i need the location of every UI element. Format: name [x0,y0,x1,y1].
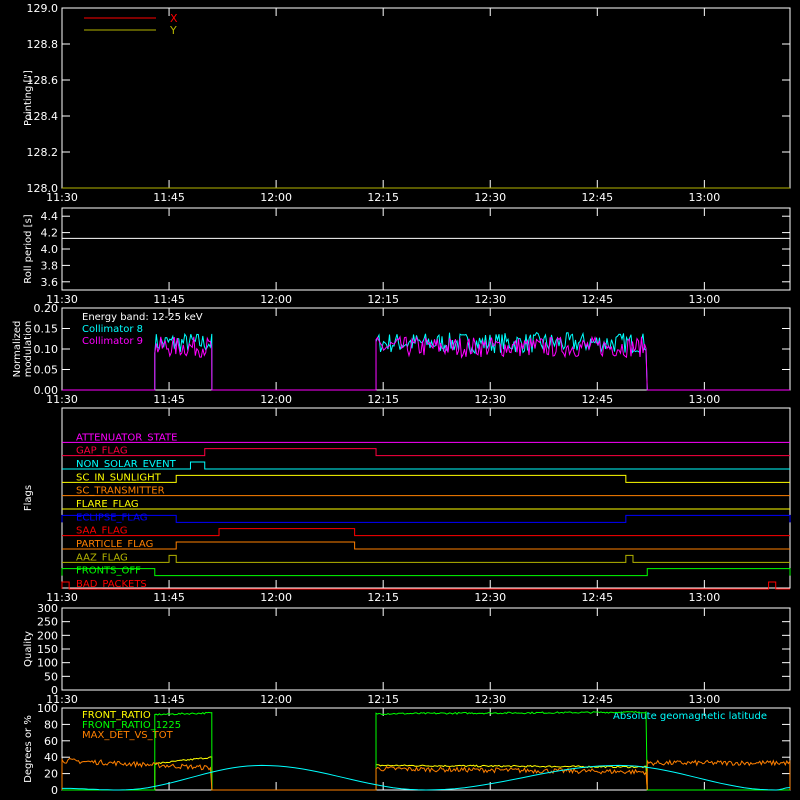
x-tick-label: 12:15 [367,393,399,406]
y-tick-label: 40 [44,751,58,764]
x-tick-label: 13:00 [689,693,721,706]
flag-label-aaz-flag: AAZ_FLAG [76,552,128,563]
x-tick-label: 13:00 [689,591,721,604]
y-tick-label: 250 [37,616,58,629]
flag-label-flare-flag: FLARE_FLAG [76,499,139,510]
x-tick-label: 12:30 [474,293,506,306]
legend-label-collimator: Collimator 9 [82,336,143,347]
y-tick-label: 60 [44,735,58,748]
x-tick-label: 11:45 [153,293,185,306]
flag-label-sc-transmitter: SC_TRANSMITTER [76,486,165,497]
energy-band-annotation: Energy band: 12-25 keV [82,312,203,323]
y-tick-label: 128.2 [27,146,59,159]
y-tick-label: 128.8 [27,38,59,51]
x-tick-label: 12:15 [367,293,399,306]
x-tick-label: 12:30 [474,393,506,406]
x-tick-label: 13:00 [689,191,721,204]
x-tick-label: 12:45 [581,693,613,706]
flag-label-gap-flag: GAP_FLAG [76,446,128,457]
flag-label-saa-flag: SAA_FLAG [76,526,127,537]
y-tick-label: 300 [37,602,58,615]
latitude-label: Absolute geomagnetic latitude [613,711,767,722]
x-tick-label: 11:45 [153,591,185,604]
y-tick-label: 4.4 [41,210,59,223]
y-tick-label: 50 [44,670,58,683]
y-tick-label: 0.15 [34,323,59,336]
flag-label-non-solar-event: NON_SOLAR_EVENT [76,459,177,470]
y-axis-label: Quality [23,631,34,667]
flag-label-fronts-off: FRONTS_OFF [76,566,141,577]
y-tick-label: 0 [51,684,58,697]
y-tick-label: 128.0 [27,182,59,195]
x-tick-label: 12:45 [581,393,613,406]
y-axis-label: Pointing ["] [23,70,34,126]
x-tick-label: 13:00 [689,293,721,306]
x-tick-label: 12:30 [474,191,506,204]
y-tick-label: 100 [37,657,58,670]
chart-background [0,0,800,800]
x-tick-label: 13:00 [689,393,721,406]
y-tick-label: 20 [44,768,58,781]
y-tick-label: 150 [37,643,58,656]
x-tick-label: 12:45 [581,293,613,306]
x-tick-label: 12:15 [367,191,399,204]
y-tick-label: 0.05 [34,364,59,377]
x-tick-label: 12:15 [367,591,399,604]
x-tick-label: 12:00 [260,191,292,204]
y-tick-label: 4.0 [41,243,59,256]
y-axis-label: Degrees or % [23,715,34,783]
flag-label-bad-packets: BAD_PACKETS [76,579,147,590]
x-tick-label: 12:00 [260,293,292,306]
y-tick-label: 0.00 [34,384,59,397]
x-tick-label: 12:15 [367,693,399,706]
telemetry-chart: 11:30 11:45 12:00 12:15 12:30 12:45 13:00128.0… [0,0,800,800]
y-tick-label: 3.6 [41,276,59,289]
y-axis-label: Roll period [s] [23,214,34,283]
x-tick-label: 11:45 [153,191,185,204]
x-tick-label: 11:45 [153,393,185,406]
y-tick-label: 100 [37,702,58,715]
y-tick-label: 3.8 [41,259,59,272]
x-tick-label: 12:45 [581,591,613,604]
y-tick-label: 0.10 [34,343,59,356]
x-tick-label: 12:00 [260,591,292,604]
x-tick-label: 12:30 [474,693,506,706]
y-tick-label: 200 [37,629,58,642]
x-tick-label: 11:45 [153,693,185,706]
y-axis-label: Normalizedmodulation [12,321,34,378]
y-tick-label: 129.0 [27,2,59,15]
y-tick-label: 4.2 [41,227,59,240]
legend-label-collimator: Collimator 8 [82,324,143,335]
legend-label-y: Y [169,24,177,37]
x-tick-label: 12:00 [260,393,292,406]
flag-label-attenuator-state: ATTENUATOR_STATE [76,432,177,443]
y-tick-label: 0.20 [34,302,59,315]
legend-label-max-det-vs-tot: MAX_DET_VS_TOT [82,730,174,741]
x-tick-label: 12:30 [474,591,506,604]
x-tick-label: 12:45 [581,191,613,204]
y-tick-label: 80 [44,718,58,731]
flag-label-particle-flag: PARTICLE_FLAG [76,539,153,550]
flag-label-sc-in-sunlight: SC_IN_SUNLIGHT [76,472,162,483]
flag-label-eclipse-flag: ECLIPSE_FLAG [76,512,147,523]
y-tick-label: 0 [51,784,58,797]
x-tick-label: 12:00 [260,693,292,706]
y-axis-label: Flags [23,485,34,511]
